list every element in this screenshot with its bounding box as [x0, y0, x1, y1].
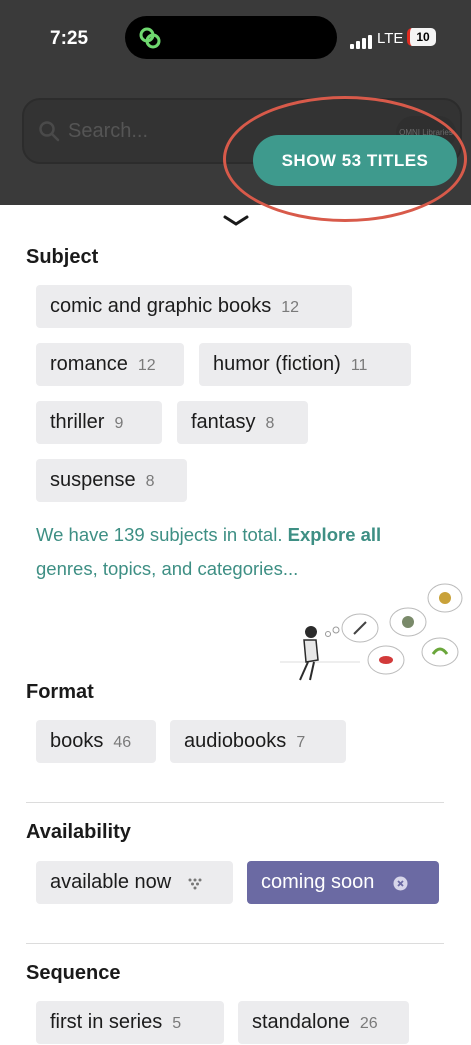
chip-audiobooks[interactable]: audiobooks 7	[170, 720, 346, 763]
divider	[26, 802, 444, 803]
chip-first-in-series[interactable]: first in series 5	[36, 1001, 224, 1044]
chip-romance[interactable]: romance 12	[36, 343, 184, 386]
chip-fantasy[interactable]: fantasy 8	[177, 401, 308, 444]
search-icon	[39, 121, 60, 142]
section-title-subject: Subject	[26, 246, 99, 268]
search-placeholder: Search...	[68, 120, 149, 142]
chip-suspense[interactable]: suspense 8	[36, 459, 187, 502]
chip-thriller[interactable]: thriller 9	[36, 401, 162, 444]
section-title-format: Format	[26, 681, 94, 703]
chip-comic-and-graphic-books[interactable]: comic and graphic books 12	[36, 285, 352, 328]
top-overlay: 7:25 LTE 10 Search... OMNI Libraries SHO…	[0, 0, 471, 222]
chip-coming-soon[interactable]: coming soon	[247, 861, 439, 904]
app-link-icon	[139, 27, 161, 49]
reader-illustration	[280, 583, 463, 681]
status-time: 7:25	[50, 28, 89, 49]
close-icon[interactable]	[393, 876, 408, 891]
chevron-down-icon[interactable]	[222, 214, 250, 228]
network-label: LTE	[377, 30, 404, 47]
chip-standalone[interactable]: standalone 26	[238, 1001, 409, 1044]
explore-all-link-cont[interactable]: genres, topics, and categories...	[36, 558, 298, 579]
signal-icon	[350, 31, 374, 49]
dynamic-island	[125, 16, 337, 59]
battery-icon: 10	[407, 28, 436, 46]
subjects-note: We have 139 subjects in total. Explore a…	[36, 524, 382, 579]
highlight-ring	[223, 96, 467, 222]
section-title-sequence: Sequence	[26, 962, 121, 984]
chip-available-now[interactable]: available now	[36, 861, 233, 904]
divider	[26, 943, 444, 944]
filter-icon	[188, 878, 202, 890]
chip-humor-fiction[interactable]: humor (fiction) 11	[199, 343, 411, 386]
chip-books[interactable]: books 46	[36, 720, 156, 763]
explore-all-link[interactable]: Explore all	[288, 524, 382, 545]
section-title-availability: Availability	[26, 821, 131, 843]
